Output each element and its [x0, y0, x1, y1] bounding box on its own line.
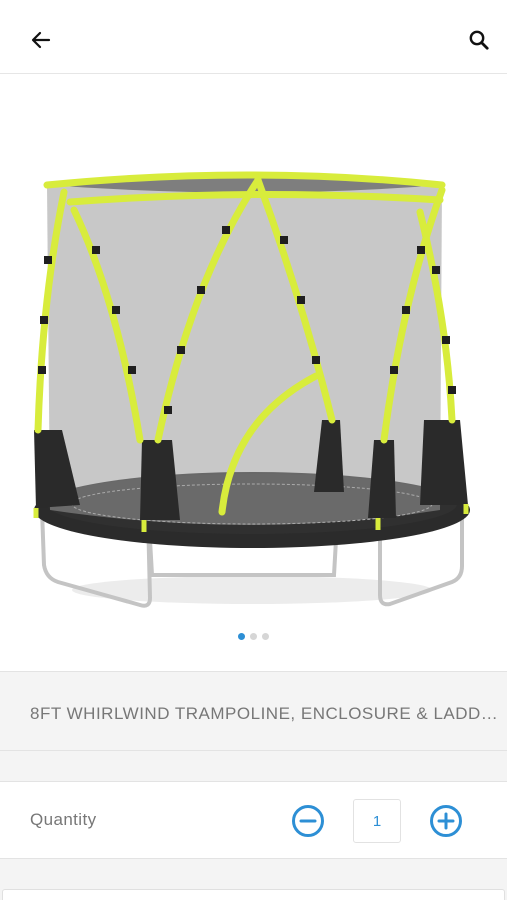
product-image-carousel[interactable]: [0, 75, 507, 671]
bottom-section: [0, 859, 507, 900]
plus-circle-icon[interactable]: [429, 804, 463, 838]
quantity-row: Quantity: [0, 781, 507, 859]
section-divider: [0, 751, 507, 781]
carousel-dot[interactable]: [238, 633, 245, 640]
next-card: [2, 889, 505, 900]
product-title: 8FT WHIRLWIND TRAMPOLINE, ENCLOSURE & LA…: [30, 704, 507, 723]
carousel-indicator: [0, 633, 507, 640]
search-button[interactable]: [463, 24, 495, 56]
search-icon: [469, 30, 489, 50]
product-title-section: 8FT WHIRLWIND TRAMPOLINE, ENCLOSURE & LA…: [0, 671, 507, 751]
back-button[interactable]: [25, 24, 57, 56]
carousel-dot[interactable]: [250, 633, 257, 640]
minus-circle-icon[interactable]: [291, 804, 325, 838]
quantity-label: Quantity: [30, 810, 97, 829]
arrow-left-icon: [31, 31, 51, 49]
carousel-dot[interactable]: [262, 633, 269, 640]
top-app-bar: [0, 0, 507, 74]
quantity-input[interactable]: [353, 799, 401, 843]
trampoline-image: [33, 171, 470, 608]
